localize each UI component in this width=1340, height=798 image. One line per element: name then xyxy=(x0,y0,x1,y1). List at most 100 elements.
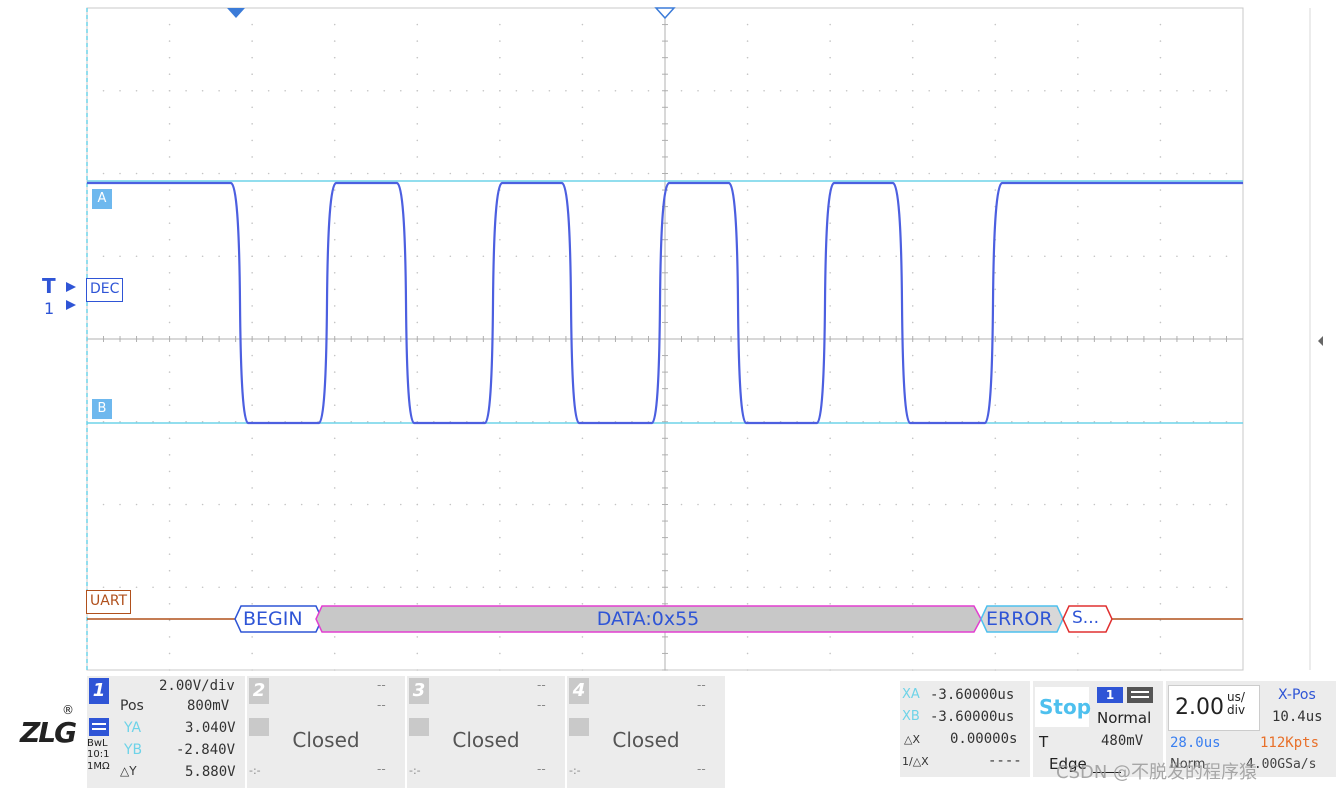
grid-dot xyxy=(300,586,303,589)
grid-dot xyxy=(168,669,171,671)
grid-dot xyxy=(201,89,204,92)
grid-dot xyxy=(763,255,765,258)
grid-dot xyxy=(944,255,947,258)
grid-dot xyxy=(333,189,336,191)
cursor-readout-panel[interactable]: XA -3.60000us XB -3.60000us △X 0.00000s … xyxy=(900,681,1030,777)
grid-dot xyxy=(878,172,881,175)
channel1-badge[interactable]: 1 xyxy=(89,678,109,704)
grid-dot xyxy=(119,255,121,258)
channel4-panel[interactable]: 4 -- -- Closed -- -:- xyxy=(567,676,725,788)
trigger-source-coupling-icon xyxy=(1127,687,1153,703)
channel1-panel[interactable]: 1 BwL 10:1 1MΩ 2.00V/div Pos 800mV YA 3.… xyxy=(87,676,245,788)
status-bar: ZLG ® 1 BwL 10:1 1MΩ 2.00V/div Pos 800mV… xyxy=(0,676,1340,798)
grid-dot xyxy=(1093,89,1096,92)
grid-dot xyxy=(251,255,253,258)
grid-dot xyxy=(333,73,336,75)
grid-dot xyxy=(911,387,914,390)
grid-dot xyxy=(1077,238,1079,241)
grid-dot xyxy=(581,520,584,522)
grid-dot xyxy=(185,586,187,589)
grid-dot xyxy=(911,553,914,555)
grid-dot xyxy=(1159,139,1162,142)
grid-dot xyxy=(499,172,501,175)
grid-dot xyxy=(333,139,336,142)
grid-dot xyxy=(1159,156,1162,158)
trigger-source-badge[interactable]: 1 xyxy=(1097,687,1123,703)
channel4-badge[interactable]: 4 xyxy=(569,678,589,704)
grid-dot xyxy=(746,238,749,241)
grid-dot xyxy=(1060,586,1063,589)
grid-dot xyxy=(763,172,765,175)
grid-dot xyxy=(829,636,831,638)
grid-dot xyxy=(267,586,270,589)
grid-dot xyxy=(449,503,452,506)
grid-dot xyxy=(829,272,831,274)
grid-dot xyxy=(1060,255,1063,258)
channel3-panel[interactable]: 3 -- -- Closed -- -:- xyxy=(407,676,565,788)
grid-dot xyxy=(515,89,518,92)
channel2-badge[interactable]: 2 xyxy=(249,678,269,704)
grid-dot xyxy=(1077,371,1079,373)
decode-channel-label[interactable]: DEC xyxy=(86,278,124,302)
channel2-panel[interactable]: 2 -- -- Closed -- -:- xyxy=(247,676,405,788)
grid-dot xyxy=(1209,503,1211,506)
grid-dot xyxy=(746,387,749,390)
grid-dot xyxy=(713,586,716,589)
grid-dot xyxy=(994,669,997,671)
grid-dot xyxy=(251,470,253,473)
grid-dot xyxy=(251,305,253,307)
grid-dot xyxy=(168,636,171,638)
uart-bus-label[interactable]: UART xyxy=(86,590,132,614)
grid-dot xyxy=(631,255,633,258)
grid-dot xyxy=(1143,172,1145,175)
run-stop-button[interactable]: Stop xyxy=(1035,687,1091,727)
grid-dot xyxy=(862,89,864,92)
grid-dot xyxy=(168,156,171,158)
grid-dot xyxy=(994,553,997,555)
grid-dot xyxy=(1110,89,1112,92)
grid-dot xyxy=(730,255,732,258)
channel3-probe: -:- xyxy=(409,764,421,777)
grid-dot xyxy=(333,470,336,473)
grid-dot xyxy=(994,404,997,407)
grid-dot xyxy=(251,652,253,655)
waveform-display[interactable]: A B T 1 DEC UART BEGIN DATA:0x55 ERROR S… xyxy=(0,0,1340,676)
grid-dot xyxy=(1159,520,1162,522)
grid-dot xyxy=(911,56,914,59)
grid-dot xyxy=(135,89,138,92)
grid-dot xyxy=(416,89,419,92)
grid-dot xyxy=(1159,106,1162,109)
grid-dot xyxy=(1159,569,1162,572)
grid-dot xyxy=(251,536,253,539)
grid-dot xyxy=(251,222,253,224)
grid-dot xyxy=(119,172,121,175)
side-panel-toggle-icon[interactable] xyxy=(1318,336,1323,346)
grid-dot xyxy=(168,272,171,274)
channel3-badge[interactable]: 3 xyxy=(409,678,429,704)
grid-dot xyxy=(499,123,501,125)
grid-dot xyxy=(251,520,253,522)
channel1-offset-arrow-icon[interactable] xyxy=(66,300,76,310)
grid-dot xyxy=(746,255,749,258)
grid-dot xyxy=(1159,272,1162,274)
grid-dot xyxy=(994,454,997,456)
timebase-unit-bottom: div xyxy=(1227,703,1246,717)
grid-dot xyxy=(251,321,253,324)
grid-dot xyxy=(499,470,501,473)
timebase-scale-box[interactable]: 2.00 us/ div xyxy=(1168,685,1260,731)
grid-dot xyxy=(961,172,964,175)
grid-dot xyxy=(746,487,749,489)
grid-dot xyxy=(911,139,914,142)
grid-dot xyxy=(350,172,353,175)
grid-dot xyxy=(499,520,501,522)
grid-dot xyxy=(911,89,914,92)
grid-dot xyxy=(1077,569,1079,572)
grid-dot xyxy=(416,321,419,324)
grid-dot xyxy=(251,56,253,59)
grid-dot xyxy=(581,470,584,473)
grid-dot xyxy=(730,89,732,92)
grid-dot xyxy=(251,371,253,373)
grid-dot xyxy=(911,255,914,258)
grid-dot xyxy=(581,272,584,274)
trigger-level-arrow-icon[interactable] xyxy=(66,282,76,292)
